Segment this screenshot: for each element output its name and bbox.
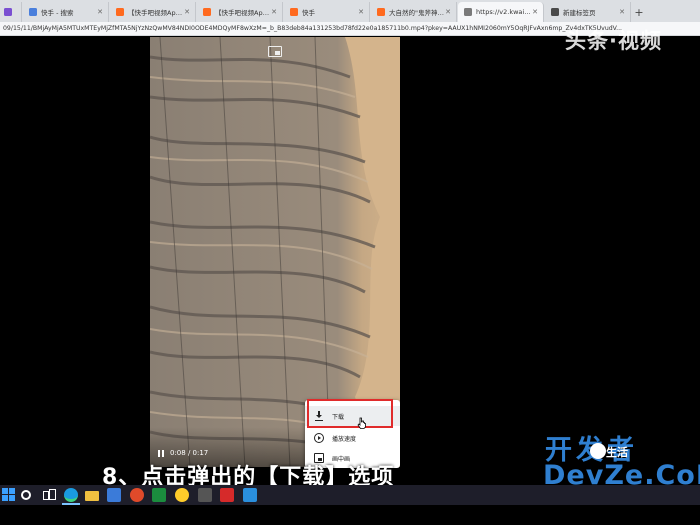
taskbar-app-icon[interactable] xyxy=(243,488,257,502)
edge-browser-icon[interactable] xyxy=(64,488,78,502)
hand-cursor-icon xyxy=(357,417,366,429)
tab-label: https://v2.kwaicdn xyxy=(476,8,531,16)
speed-icon xyxy=(314,433,324,443)
tab-search[interactable]: 快手 - 搜索 ✕ xyxy=(23,2,109,22)
page-favicon-icon xyxy=(464,8,472,16)
taskbar-app-icon[interactable] xyxy=(130,488,144,502)
taskbar-app-icon[interactable] xyxy=(152,488,166,502)
close-icon[interactable]: ✕ xyxy=(270,8,278,16)
close-icon[interactable]: ✕ xyxy=(618,8,626,16)
tab-label: 大自然的"鬼斧神工" xyxy=(389,9,444,17)
bottom-bar xyxy=(0,505,700,525)
kuaishou-favicon-icon xyxy=(290,8,298,16)
search-icon[interactable] xyxy=(21,490,31,500)
close-icon[interactable]: ✕ xyxy=(444,8,452,16)
file-explorer-icon[interactable] xyxy=(85,491,99,501)
tab-label: 快手 - 搜索 xyxy=(41,9,74,17)
picture-in-picture-icon[interactable] xyxy=(268,46,282,57)
tab-kuaishou-app-2[interactable]: 【快手吧视频App】快 ✕ xyxy=(197,2,283,22)
menu-item-label: 播放速度 xyxy=(332,435,357,443)
pause-icon[interactable] xyxy=(158,450,166,458)
watermark-logo-text: 生活 xyxy=(606,446,628,459)
taskbar-app-icon[interactable] xyxy=(107,488,121,502)
task-view-icon[interactable] xyxy=(42,488,56,502)
tab-video-url[interactable]: https://v2.kwaicdn ✕ xyxy=(458,2,544,22)
taskbar-app-icon[interactable] xyxy=(175,488,189,502)
kuaishou-favicon-icon xyxy=(203,8,211,16)
tab-label: 【快手吧视频App】快 xyxy=(215,9,270,17)
tab-kuaishou[interactable]: 快手 ✕ xyxy=(284,2,370,22)
new-tab-button[interactable]: + xyxy=(632,2,646,22)
tab-label: 新建标签页 xyxy=(563,9,596,17)
watermark-top: 头条·视频 xyxy=(565,29,662,53)
close-icon[interactable]: ✕ xyxy=(357,8,365,16)
app-icon xyxy=(4,8,12,16)
tab-new-tab[interactable]: 新建标签页 ✕ xyxy=(545,2,631,22)
search-favicon-icon xyxy=(29,8,37,16)
highlight-box xyxy=(307,399,393,428)
screen: 快手 - 搜索 ✕ 【快手吧视频App】快 ✕ 【快手吧视频App】快 ✕ 快手… xyxy=(0,0,700,525)
tab-app-menu[interactable] xyxy=(0,2,22,22)
kuaishou-favicon-icon xyxy=(377,8,385,16)
browser-tab-strip: 快手 - 搜索 ✕ 【快手吧视频App】快 ✕ 【快手吧视频App】快 ✕ 快手… xyxy=(0,0,700,22)
kuaishou-favicon-icon xyxy=(116,8,124,16)
watermark-devze: DevZe.CoM xyxy=(543,460,700,491)
taskbar-app-icon[interactable] xyxy=(198,488,212,502)
menu-item-playback-speed[interactable]: 播放速度 xyxy=(305,428,400,448)
watermark-logo-icon xyxy=(590,443,606,459)
tab-label: 【快手吧视频App】快 xyxy=(128,9,183,17)
tab-nature-video[interactable]: 大自然的"鬼斧神工" ✕ xyxy=(371,2,457,22)
close-icon[interactable]: ✕ xyxy=(531,8,539,16)
tab-label: 快手 xyxy=(302,9,315,17)
wps-icon[interactable] xyxy=(220,488,234,502)
tab-kuaishou-app-1[interactable]: 【快手吧视频App】快 ✕ xyxy=(110,2,196,22)
close-icon[interactable]: ✕ xyxy=(183,8,191,16)
playback-time: 0:08 / 0:17 xyxy=(170,449,209,457)
close-icon[interactable]: ✕ xyxy=(96,8,104,16)
new-tab-favicon-icon xyxy=(551,8,559,16)
start-menu-icon[interactable] xyxy=(2,488,16,502)
